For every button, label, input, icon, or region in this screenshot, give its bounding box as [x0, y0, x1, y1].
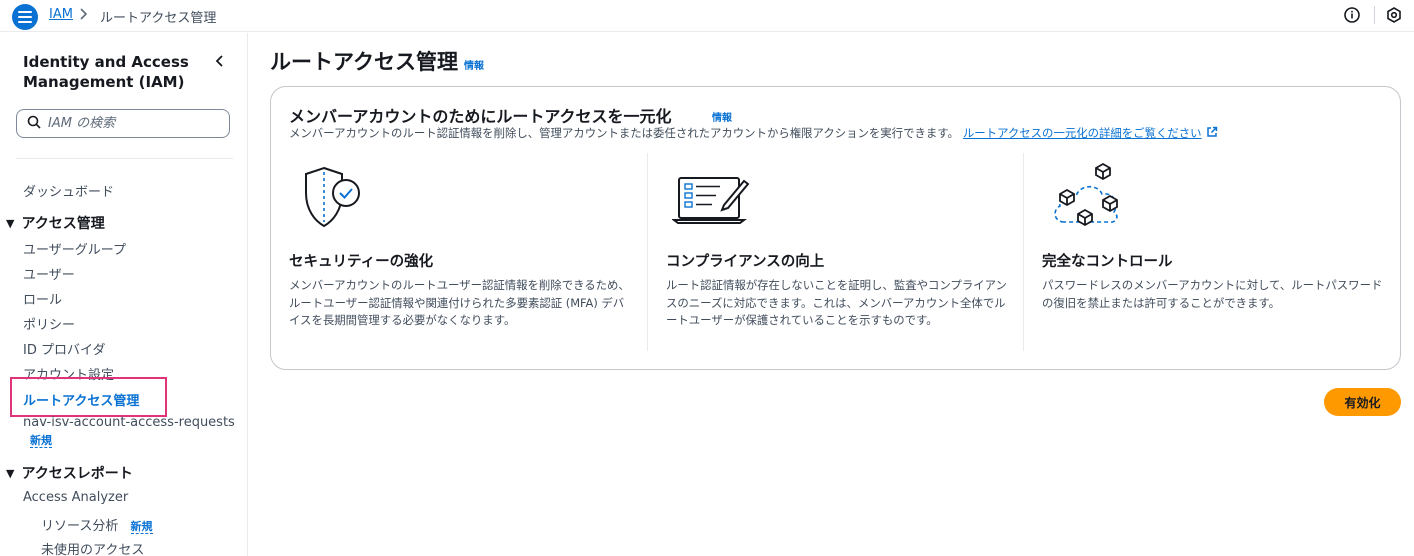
caret-down-icon: ▼ — [6, 466, 15, 480]
sidebar-section-label: アクセス管理 — [21, 216, 105, 232]
info-circle-icon[interactable] — [1343, 6, 1361, 28]
card-description: メンバーアカウントのルート認証情報を削除し、管理アカウントまたは委任されたアカウ… — [289, 125, 1218, 141]
sidebar-section-label: アクセスレポート — [21, 466, 133, 482]
sidebar-title: Identity and Access Management (IAM) — [23, 53, 189, 91]
sidebar-item-label: ルートアクセス管理 — [23, 394, 140, 409]
top-navigation-bar: IAM ルートアクセス管理 — [0, 0, 1414, 32]
sidebar-item-users[interactable]: ユーザー — [23, 264, 75, 283]
sidebar-item-label: リソース分析 — [41, 519, 119, 534]
external-link-icon[interactable] — [1206, 126, 1218, 141]
search-field[interactable] — [16, 109, 230, 138]
feature-title-control: 完全なコントロール — [1042, 254, 1173, 270]
chevron-right-icon — [78, 6, 90, 26]
new-badge-wrap: 新規 — [30, 433, 52, 448]
feature-title-compliance: コンプライアンスの向上 — [666, 254, 825, 270]
sidebar-item-access-analyzer[interactable]: Access Analyzer — [23, 490, 128, 505]
card-info-link[interactable]: 情報 — [712, 109, 732, 124]
column-divider — [1023, 153, 1024, 351]
menu-icon[interactable] — [12, 4, 38, 30]
feature-body-compliance: ルート認証情報が存在しないことを証明し、監査やコンプライアンスのニーズに対応でき… — [666, 278, 1007, 327]
enable-button[interactable]: 有効化 — [1324, 388, 1401, 416]
column-divider — [647, 153, 648, 351]
card-title: メンバーアカウントのためにルートアクセスを一元化 — [289, 107, 672, 126]
caret-down-icon: ▼ — [6, 216, 15, 230]
page-title: ルートアクセス管理 — [270, 50, 458, 74]
sidebar-item-user-groups[interactable]: ユーザーグループ — [23, 239, 126, 258]
card-description-text: メンバーアカウントのルート認証情報を削除し、管理アカウントまたは委任されたアカウ… — [289, 126, 959, 140]
side-navigation: Identity and Access Management (IAM) ダッシ… — [0, 33, 248, 556]
sidebar-item-resource-analysis[interactable]: リソース分析 新規 — [41, 515, 153, 534]
feature-title-security: セキュリティーの強化 — [289, 254, 434, 270]
sidebar-item-dashboard[interactable]: ダッシュボード — [23, 181, 114, 200]
breadcrumb-iam-link[interactable]: IAM — [49, 7, 73, 22]
sidebar-item-isv-account-access-requests[interactable]: nav-isv-account-access-requests — [23, 415, 235, 430]
shield-check-icon — [302, 165, 364, 235]
topbar-divider — [1374, 6, 1375, 24]
page-info-link[interactable]: 情報 — [464, 57, 484, 72]
sidebar-section-access-management[interactable]: ▼ アクセス管理 — [6, 213, 105, 233]
feature-body-control: パスワードレスのメンバーアカウントに対して、ルートパスワードの復旧を禁止または許… — [1042, 278, 1383, 310]
collapse-chevron-left-icon[interactable] — [214, 53, 226, 73]
search-input[interactable] — [48, 116, 218, 131]
settings-icon[interactable] — [1385, 6, 1403, 28]
sidebar-item-unused-access[interactable]: 未使用のアクセス — [41, 539, 144, 556]
sidebar-section-access-reports[interactable]: ▼ アクセスレポート — [6, 463, 133, 483]
sidebar-item-root-access-management[interactable]: ルートアクセス管理 — [10, 377, 167, 417]
sidebar-item-roles[interactable]: ロール — [23, 289, 62, 308]
feature-body-security: メンバーアカウントのルートユーザー認証情報を削除できるため、ルートユーザー認証情… — [289, 278, 630, 327]
new-badge[interactable]: 新規 — [130, 520, 153, 534]
search-icon — [27, 114, 41, 133]
sidebar-item-policies[interactable]: ポリシー — [23, 314, 75, 333]
learn-more-link[interactable]: ルートアクセスの一元化の詳細をご覧ください — [963, 125, 1202, 141]
laptop-checklist-icon — [671, 175, 752, 229]
new-badge[interactable]: 新規 — [30, 434, 52, 448]
breadcrumb-current: ルートアクセス管理 — [100, 11, 217, 26]
sidebar-divider — [16, 158, 233, 159]
cloud-cubes-icon — [1050, 160, 1124, 236]
sidebar-item-identity-providers[interactable]: ID プロバイダ — [23, 339, 105, 358]
